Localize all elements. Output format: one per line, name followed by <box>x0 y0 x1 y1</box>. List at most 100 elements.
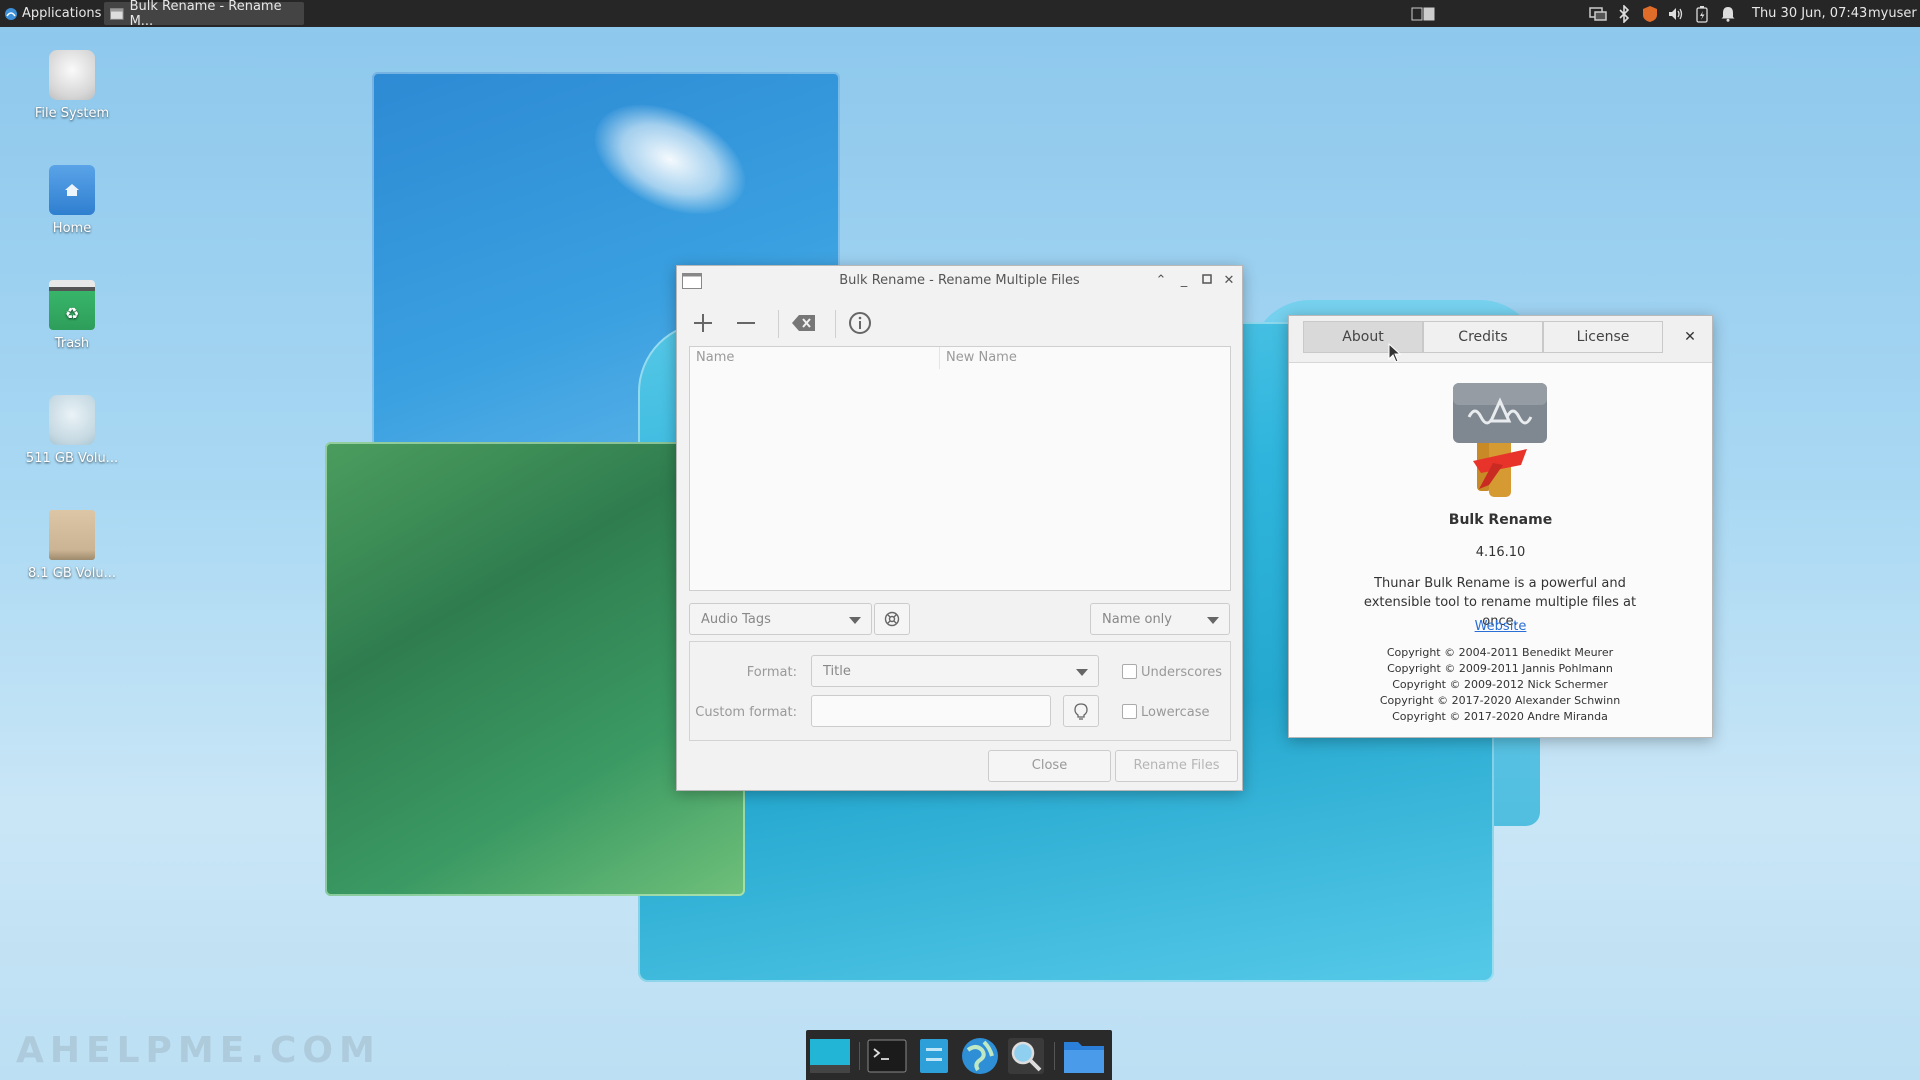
renamer-select-value: Audio Tags <box>701 612 771 627</box>
maximize-button[interactable] <box>1198 272 1216 290</box>
chevron-down-icon <box>849 617 861 624</box>
window-menu-icon[interactable] <box>682 273 702 289</box>
custom-format-hint-button[interactable] <box>1063 695 1099 727</box>
window-icon <box>110 7 124 20</box>
remove-files-button[interactable] <box>729 308 763 338</box>
clear-icon <box>792 315 815 331</box>
home-folder-icon <box>49 165 95 215</box>
custom-format-input[interactable] <box>811 695 1051 727</box>
mouse-cursor-icon <box>1388 343 1402 363</box>
file-manager-icon[interactable] <box>912 1036 956 1076</box>
format-select-value: Title <box>823 664 851 679</box>
xfce-logo-icon <box>5 7 17 20</box>
watermark: AHELPME.COM <box>16 1030 381 1071</box>
panel-clock[interactable]: Thu 30 Jun, 07:43 <box>1752 0 1867 27</box>
terminal-icon[interactable] <box>865 1036 909 1076</box>
about-app-name: Bulk Rename <box>1448 512 1553 528</box>
remove-icon <box>737 322 755 324</box>
column-header-new-name[interactable]: New Name <box>940 347 1230 369</box>
format-select[interactable]: Title <box>811 655 1099 687</box>
copyright-line: Copyright © 2009-2011 Jannis Pohlmann <box>1387 662 1613 675</box>
panel-user[interactable]: myuser <box>1868 0 1917 27</box>
desktop-icon-label: File System <box>34 106 110 121</box>
tab-license[interactable]: License <box>1543 321 1663 353</box>
clear-files-button[interactable] <box>787 308 821 338</box>
drive-icon <box>49 395 95 445</box>
display-icon[interactable] <box>1588 4 1608 23</box>
desktop-icon-file-system[interactable]: File System <box>17 50 127 121</box>
toolbar-separator <box>835 310 836 338</box>
rename-files-button[interactable]: Rename Files <box>1115 750 1238 782</box>
copyright-line: Copyright © 2009-2012 Nick Schermer <box>1392 678 1608 691</box>
format-label: Format: <box>746 665 797 680</box>
desktop-icon-home[interactable]: Home <box>17 165 127 236</box>
workspace-switcher[interactable] <box>1410 4 1436 23</box>
renamer-options-frame: Format: Title Underscores Custom format:… <box>689 641 1231 741</box>
dock <box>806 1030 1112 1080</box>
about-version: 4.16.10 <box>1475 545 1526 560</box>
desktop-icon-8gb-volume[interactable]: 8.1 GB Volu... <box>17 510 127 581</box>
volume-icon[interactable] <box>1666 4 1686 23</box>
bulk-rename-titlebar[interactable]: Bulk Rename - Rename Multiple Files ⌃ _ … <box>677 266 1242 296</box>
applications-label: Applications <box>22 6 102 21</box>
dock-separator <box>859 1042 860 1070</box>
chevron-down-icon <box>1076 669 1088 676</box>
minimize-button[interactable]: _ <box>1175 272 1193 290</box>
desktop-icon-511gb-volume[interactable]: 511 GB Volu... <box>17 395 127 466</box>
lowercase-label[interactable]: Lowercase <box>1141 705 1210 720</box>
bluetooth-icon[interactable] <box>1614 4 1634 23</box>
power-icon[interactable] <box>1692 4 1712 23</box>
top-panel: Applications ⋮ Bulk Rename - Rename M...… <box>0 0 1920 29</box>
lightbulb-icon <box>1074 703 1088 720</box>
chevron-down-icon <box>1207 617 1219 624</box>
copyright-line: Copyright © 2017-2020 Andre Miranda <box>1392 710 1608 723</box>
about-website-link[interactable]: Website <box>1289 619 1712 634</box>
close-window-button[interactable]: ✕ <box>1220 272 1238 290</box>
help-icon <box>884 611 900 627</box>
bulk-rename-title: Bulk Rename - Rename Multiple Files <box>839 273 1080 288</box>
add-icon <box>694 314 712 332</box>
toolbar-separator <box>778 310 779 338</box>
info-icon <box>849 312 871 334</box>
bell-icon[interactable] <box>1718 4 1738 23</box>
tab-about[interactable]: About <box>1303 321 1423 353</box>
about-button[interactable] <box>843 308 877 338</box>
copyright-line: Copyright © 2017-2020 Alexander Schwinn <box>1379 694 1621 707</box>
custom-format-label: Custom format: <box>695 705 797 720</box>
about-dialog: About Credits License ✕ Bulk Rename 4.16… <box>1288 315 1713 738</box>
lowercase-checkbox[interactable] <box>1122 704 1137 719</box>
dock-separator <box>1054 1042 1055 1070</box>
shade-button[interactable]: ⌃ <box>1152 272 1170 290</box>
search-icon[interactable] <box>1004 1036 1048 1076</box>
show-desktop-icon[interactable] <box>808 1036 852 1076</box>
underscores-checkbox[interactable] <box>1122 664 1137 679</box>
desktop-icon-label: Trash <box>54 336 90 351</box>
rename-scope-select[interactable]: Name only <box>1090 603 1230 635</box>
bulk-rename-logo-icon <box>1451 381 1549 499</box>
web-browser-icon[interactable] <box>958 1036 1002 1076</box>
trash-icon: ♻ <box>49 280 95 330</box>
desktop-icon-label: Home <box>52 221 92 236</box>
about-close-button[interactable]: ✕ <box>1679 326 1701 348</box>
add-files-button[interactable] <box>686 308 720 338</box>
drive-icon <box>49 50 95 100</box>
applications-menu[interactable]: Applications ⋮ <box>4 0 118 27</box>
renamer-help-button[interactable] <box>874 603 910 635</box>
copyright-line: Copyright © 2004-2011 Benedikt Meurer <box>1386 646 1614 659</box>
shield-icon[interactable] <box>1640 4 1660 23</box>
folder-icon[interactable] <box>1062 1036 1106 1076</box>
taskbar-item-bulk-rename[interactable]: Bulk Rename - Rename M... <box>104 0 304 29</box>
rename-scope-value: Name only <box>1102 612 1172 627</box>
desktop-icon-label: 511 GB Volu... <box>25 451 119 466</box>
underscores-label[interactable]: Underscores <box>1141 665 1222 680</box>
drive-icon <box>49 510 95 560</box>
taskbar-item-label: Bulk Rename - Rename M... <box>129 0 282 29</box>
close-button[interactable]: Close <box>988 750 1111 782</box>
file-list[interactable]: Name New Name <box>689 346 1231 591</box>
desktop-icon-label: 8.1 GB Volu... <box>27 566 117 581</box>
bulk-rename-window: Bulk Rename - Rename Multiple Files ⌃ _ … <box>676 265 1243 791</box>
desktop-icon-trash[interactable]: ♻ Trash <box>17 280 127 351</box>
tab-credits[interactable]: Credits <box>1423 321 1543 353</box>
renamer-select[interactable]: Audio Tags <box>689 603 872 635</box>
column-header-name[interactable]: Name <box>690 347 940 369</box>
